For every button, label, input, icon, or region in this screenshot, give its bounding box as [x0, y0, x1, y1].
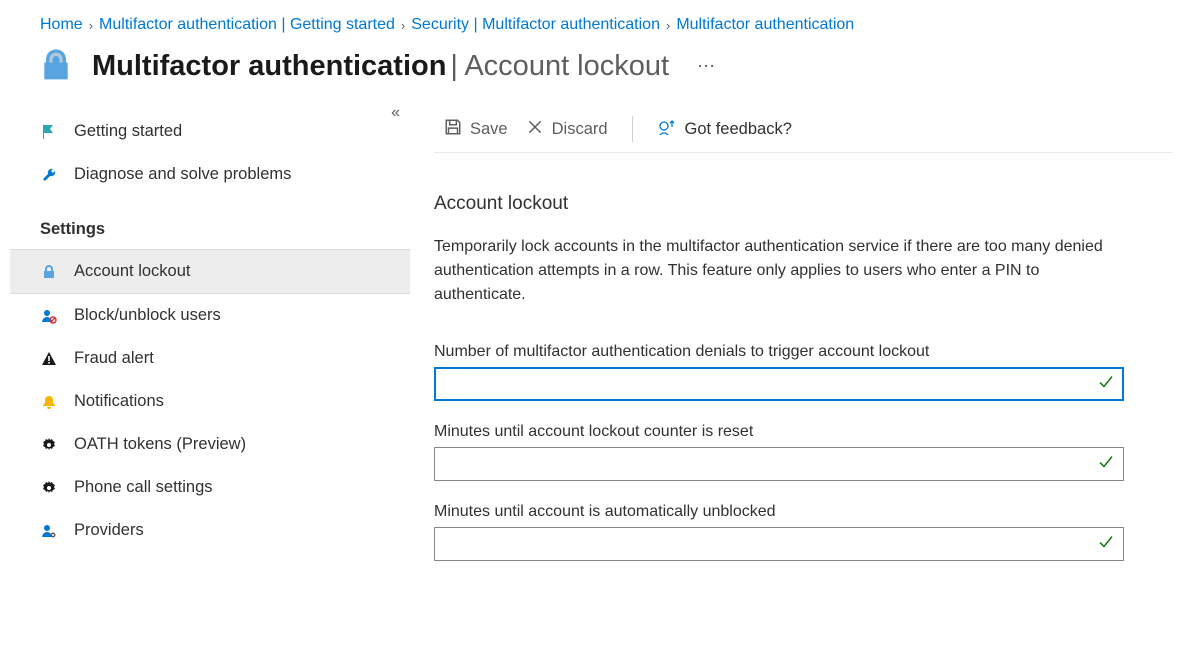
sidebar-group-settings: Settings: [10, 196, 410, 249]
save-button[interactable]: Save: [444, 118, 508, 141]
input-wrap-denials: [434, 367, 1124, 401]
close-icon: [526, 118, 544, 141]
save-icon: [444, 118, 462, 141]
wrench-icon: [40, 167, 58, 183]
sidebar-item-account-lockout[interactable]: Account lockout: [10, 249, 410, 294]
chevron-right-icon: ›: [666, 18, 670, 33]
breadcrumb-mfa-getting-started[interactable]: Multifactor authentication | Getting sta…: [99, 16, 395, 34]
checkmark-icon: [1098, 535, 1114, 554]
warning-icon: [40, 351, 58, 367]
chevron-right-icon: ›: [89, 18, 93, 33]
section-description: Temporarily lock accounts in the multifa…: [434, 235, 1173, 307]
sidebar-item-label: OATH tokens (Preview): [74, 435, 246, 454]
lock-icon: [40, 264, 58, 280]
toolbar-divider: [632, 116, 633, 142]
sidebar-item-label: Diagnose and solve problems: [74, 165, 291, 184]
sidebar-item-oath-tokens[interactable]: OATH tokens (Preview): [10, 423, 410, 466]
sidebar-item-phone-call[interactable]: Phone call settings: [10, 466, 410, 509]
sidebar-item-label: Account lockout: [74, 262, 190, 281]
page-subtitle: | Account lockout: [450, 50, 669, 82]
breadcrumb: Home › Multifactor authentication | Gett…: [0, 0, 1177, 42]
user-gear-icon: [40, 523, 58, 539]
user-block-icon: [40, 308, 58, 324]
sidebar-item-block-unblock[interactable]: Block/unblock users: [10, 294, 410, 337]
sidebar: « Getting started Diagnose and solve pro…: [10, 110, 410, 583]
page-header: Multifactor authentication | Account loc…: [0, 42, 1177, 110]
feedback-icon: [657, 117, 677, 142]
collapse-sidebar-icon[interactable]: «: [391, 104, 400, 122]
unblock-input[interactable]: [434, 527, 1124, 561]
checkmark-icon: [1098, 375, 1114, 394]
sidebar-item-label: Fraud alert: [74, 349, 154, 368]
sidebar-item-label: Providers: [74, 521, 144, 540]
main-content: Save Discard Got feedback? Account locko…: [410, 110, 1177, 583]
sidebar-item-fraud-alert[interactable]: Fraud alert: [10, 337, 410, 380]
input-wrap-unblock: [434, 527, 1124, 561]
sidebar-item-label: Phone call settings: [74, 478, 213, 497]
toolbar: Save Discard Got feedback?: [434, 110, 1173, 153]
field-label-reset: Minutes until account lockout counter is…: [434, 423, 1173, 441]
sidebar-item-notifications[interactable]: Notifications: [10, 380, 410, 423]
field-label-denials: Number of multifactor authentication den…: [434, 343, 1173, 361]
reset-input[interactable]: [434, 447, 1124, 481]
sidebar-item-label: Getting started: [74, 122, 182, 141]
input-wrap-reset: [434, 447, 1124, 481]
sidebar-item-providers[interactable]: Providers: [10, 509, 410, 552]
denials-input[interactable]: [434, 367, 1124, 401]
chevron-right-icon: ›: [401, 18, 405, 33]
field-label-unblock: Minutes until account is automatically u…: [434, 503, 1173, 521]
gear-icon: [40, 480, 58, 496]
breadcrumb-home[interactable]: Home: [40, 16, 83, 34]
page-title: Multifactor authentication: [92, 50, 446, 82]
sidebar-item-getting-started[interactable]: Getting started: [10, 110, 410, 153]
more-icon[interactable]: ⋯: [685, 56, 715, 77]
sidebar-item-label: Block/unblock users: [74, 306, 221, 325]
breadcrumb-mfa[interactable]: Multifactor authentication: [676, 16, 854, 34]
section-title: Account lockout: [434, 153, 1173, 235]
checkmark-icon: [1098, 455, 1114, 474]
sidebar-item-label: Notifications: [74, 392, 164, 411]
sidebar-item-diagnose[interactable]: Diagnose and solve problems: [10, 153, 410, 196]
breadcrumb-security-mfa[interactable]: Security | Multifactor authentication: [411, 16, 660, 34]
bell-icon: [40, 394, 58, 410]
save-label: Save: [470, 120, 508, 139]
flag-icon: [40, 124, 58, 140]
discard-label: Discard: [552, 120, 608, 139]
feedback-button[interactable]: Got feedback?: [657, 117, 792, 142]
lock-icon: [36, 46, 76, 86]
gear-icon: [40, 437, 58, 453]
discard-button[interactable]: Discard: [526, 118, 608, 141]
feedback-label: Got feedback?: [685, 120, 792, 139]
